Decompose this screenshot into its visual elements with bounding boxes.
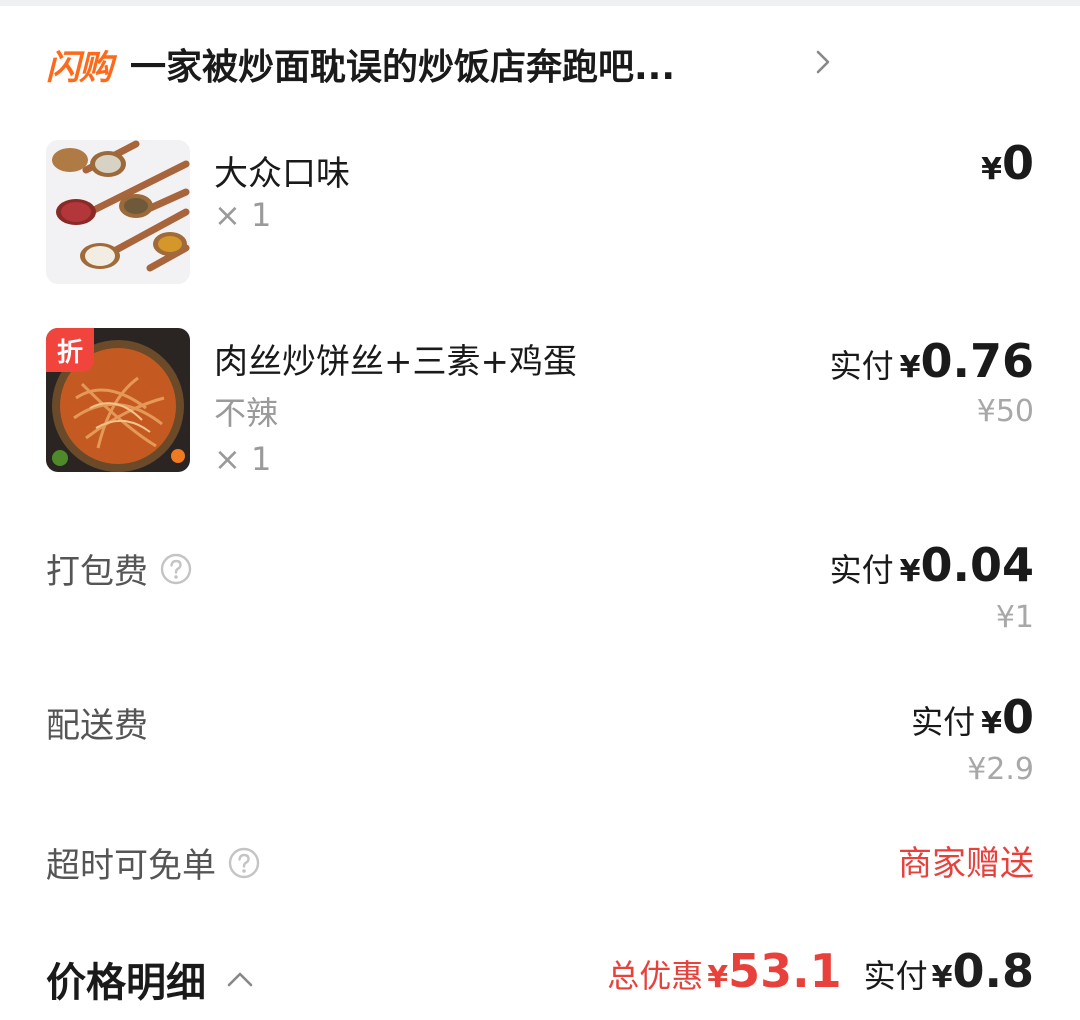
help-icon[interactable] bbox=[160, 553, 192, 585]
item-price-value: 0.76 bbox=[920, 334, 1035, 388]
top-divider bbox=[0, 0, 1080, 6]
merchant-gift-text: 商家赠送 bbox=[898, 844, 1034, 884]
item-quantity: × 1 bbox=[214, 440, 272, 478]
help-icon[interactable] bbox=[228, 847, 260, 879]
packing-fee-row: 打包费 bbox=[46, 544, 192, 593]
price-details-title: 价格明细 bbox=[46, 960, 206, 1006]
currency-symbol: ¥ bbox=[899, 350, 921, 385]
delivery-fee-label: 配送费 bbox=[46, 706, 148, 746]
discount-badge: 折 bbox=[46, 328, 94, 372]
item-name: 大众口味 bbox=[214, 154, 350, 194]
delivery-fee-row: 配送费 bbox=[46, 698, 148, 747]
item-thumbnail-noodles[interactable]: 折 bbox=[46, 328, 190, 472]
shop-header[interactable]: 闪购 一家被炒面耽误的炒饭店奔跑吧... bbox=[46, 36, 675, 92]
delivery-fee-value: 0 bbox=[1001, 690, 1034, 744]
overtime-label: 超时可免单 bbox=[46, 846, 216, 886]
packing-fee-original: ¥1 bbox=[995, 600, 1034, 635]
delivery-fee-price: 实付 ¥0 bbox=[911, 690, 1034, 744]
chevron-right-icon[interactable] bbox=[816, 50, 830, 74]
pay-label: 实付 bbox=[829, 347, 894, 385]
delivery-fee-original: ¥2.9 bbox=[967, 752, 1034, 787]
currency-symbol: ¥ bbox=[707, 960, 729, 995]
spices-image bbox=[46, 140, 190, 284]
item-quantity: × 1 bbox=[214, 196, 272, 234]
total-discount-value: 53.1 bbox=[728, 944, 842, 998]
shop-name[interactable]: 一家被炒面耽误的炒饭店奔跑吧... bbox=[130, 38, 675, 90]
item-spec: 不辣 bbox=[214, 394, 279, 432]
original-price: ¥50 bbox=[976, 394, 1034, 429]
overtime-row: 超时可免单 bbox=[46, 838, 260, 887]
order-details-page: 闪购 一家被炒面耽误的炒饭店奔跑吧... 大众口味 × 1 ¥0 折 肉丝炒饼丝… bbox=[0, 0, 1080, 1020]
price-details-toggle[interactable]: 价格明细 bbox=[46, 950, 254, 1008]
packing-fee-label: 打包费 bbox=[46, 552, 148, 592]
brand-logo: 闪购 bbox=[46, 47, 113, 88]
item-price-value: 0 bbox=[1001, 136, 1034, 190]
item-price: ¥0 bbox=[975, 136, 1034, 190]
currency-symbol: ¥ bbox=[931, 960, 953, 995]
currency-symbol: ¥ bbox=[981, 706, 1002, 741]
packing-fee-price: 实付 ¥0.04 bbox=[830, 538, 1034, 592]
item-thumbnail-spices[interactable] bbox=[46, 140, 190, 284]
pay-label: 实付 bbox=[829, 551, 894, 589]
total-discount-label: 总优惠 bbox=[607, 957, 704, 995]
total-summary: 总优惠 ¥ 53.1 实付 ¥ 0.8 bbox=[607, 944, 1034, 998]
chevron-up-icon bbox=[227, 972, 253, 987]
currency-symbol: ¥ bbox=[981, 152, 1002, 187]
packing-fee-value: 0.04 bbox=[920, 538, 1035, 592]
pay-label: 实付 bbox=[911, 703, 976, 741]
item-price: 实付 ¥0.76 bbox=[830, 334, 1034, 388]
final-pay-value: 0.8 bbox=[952, 944, 1035, 998]
item-name: 肉丝炒饼丝+三素+鸡蛋 bbox=[214, 342, 577, 382]
currency-symbol: ¥ bbox=[899, 554, 921, 589]
final-pay-label: 实付 bbox=[863, 957, 928, 995]
